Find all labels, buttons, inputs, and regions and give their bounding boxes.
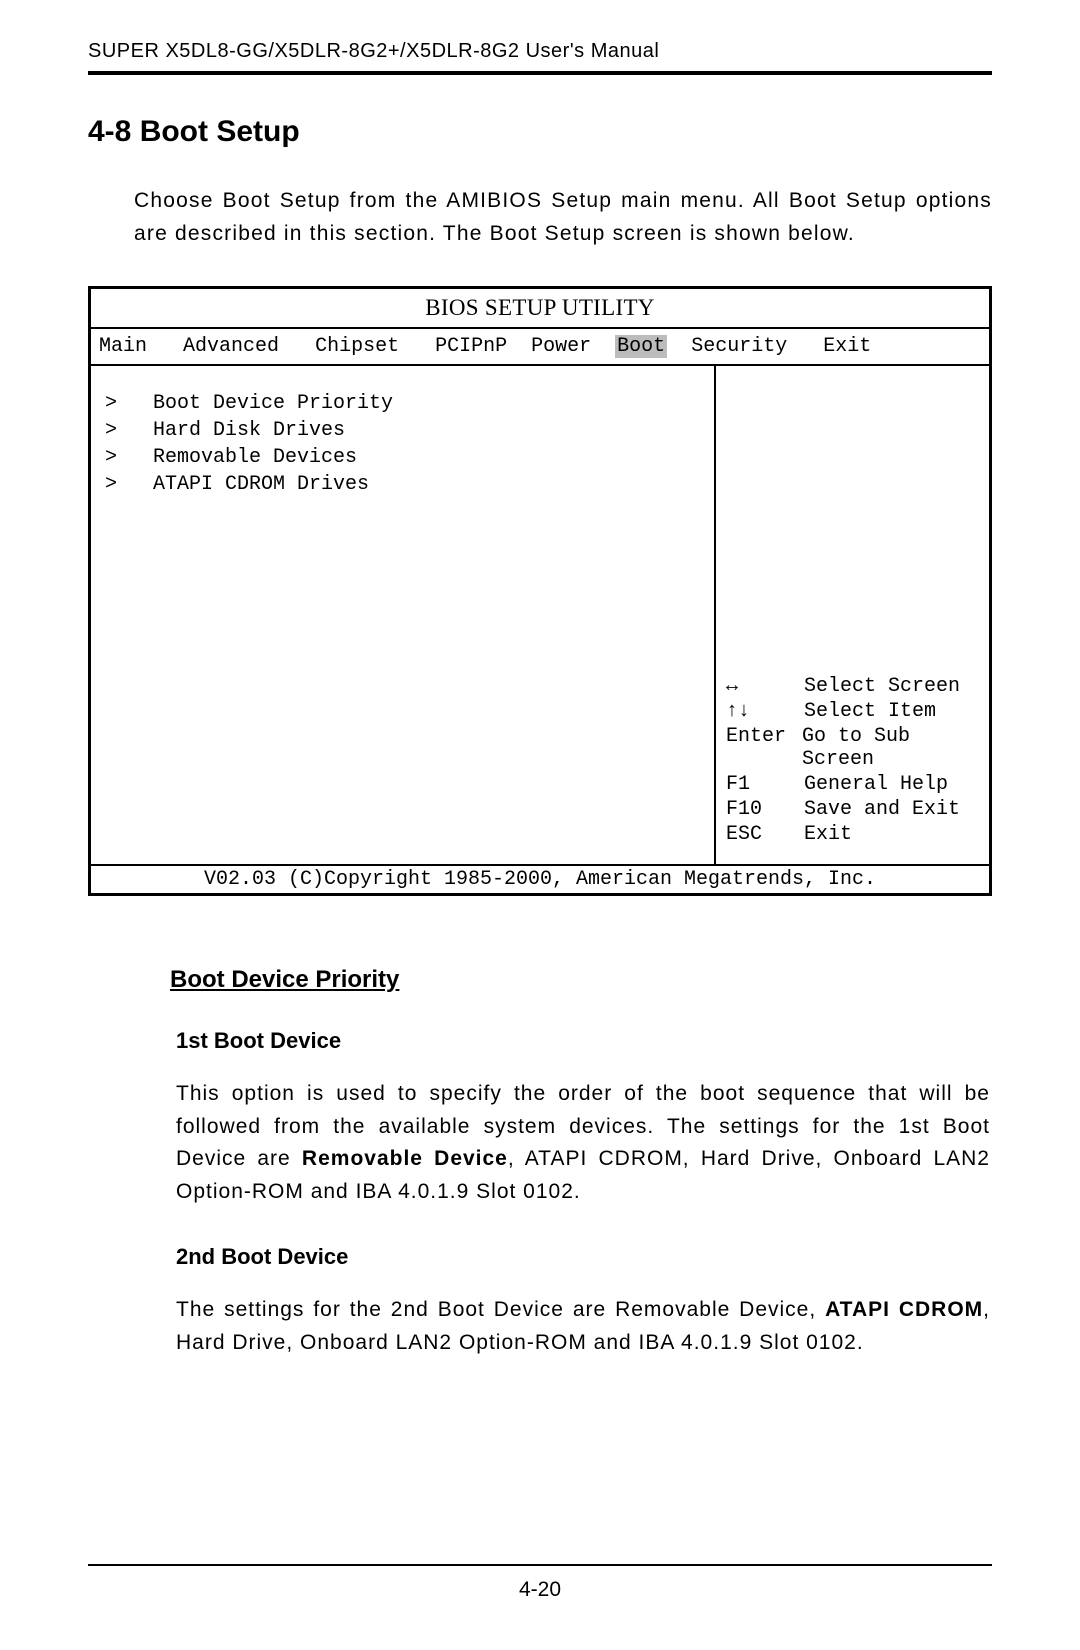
item-paragraph-1st-boot: This option is used to specify the order…: [176, 1078, 990, 1208]
help-row: F1 General Help: [726, 773, 989, 796]
submenu-label: ATAPI CDROM Drives: [153, 473, 369, 496]
bios-submenu-item[interactable]: > Removable Devices: [105, 446, 700, 469]
help-key: ↑↓: [726, 700, 804, 723]
help-row: ↑↓ Select Item: [726, 700, 989, 723]
help-desc: General Help: [804, 773, 948, 796]
bios-footer: V02.03 (C)Copyright 1985-2000, American …: [91, 864, 989, 893]
intro-paragraph: Choose Boot Setup from the AMIBIOS Setup…: [134, 185, 992, 250]
help-key: ESC: [726, 823, 804, 846]
bios-menu-exit[interactable]: Exit: [823, 335, 871, 358]
bios-help-keys: ↔ Select Screen ↑↓ Select Item Enter Go …: [726, 675, 989, 848]
submenu-marker-icon: >: [105, 446, 153, 469]
bios-help-pane: ↔ Select Screen ↑↓ Select Item Enter Go …: [714, 366, 989, 864]
text: The settings for the 2nd Boot Device are…: [176, 1298, 825, 1321]
bios-menu-chipset[interactable]: Chipset: [315, 335, 399, 358]
help-desc: Go to Sub Screen: [802, 725, 989, 771]
item-heading-1st-boot: 1st Boot Device: [176, 1028, 992, 1054]
help-row: ESC Exit: [726, 823, 989, 846]
page-header: SUPER X5DL8-GG/X5DLR-8G2+/X5DLR-8G2 User…: [88, 40, 992, 75]
submenu-label: Hard Disk Drives: [153, 419, 345, 442]
bios-body: > Boot Device Priority > Hard Disk Drive…: [91, 366, 989, 864]
help-row: ↔ Select Screen: [726, 675, 989, 698]
help-desc: Select Screen: [804, 675, 960, 698]
submenu-label: Boot Device Priority: [153, 392, 393, 415]
help-desc: Select Item: [804, 700, 936, 723]
bios-screenshot: BIOS SETUP UTILITY Main Advanced Chipset…: [88, 286, 992, 896]
bios-menu-security[interactable]: Security: [691, 335, 787, 358]
bios-menu-power[interactable]: Power: [531, 335, 591, 358]
submenu-marker-icon: >: [105, 419, 153, 442]
bios-submenu-item[interactable]: > Hard Disk Drives: [105, 419, 700, 442]
help-desc: Save and Exit: [804, 798, 960, 821]
help-key: ↔: [726, 675, 804, 698]
page-footer-rule: [88, 1564, 992, 1566]
bios-menu-boot[interactable]: Boot: [615, 335, 667, 358]
bold-text: ATAPI CDROM: [825, 1298, 983, 1321]
bios-menu-bar: Main Advanced Chipset PCIPnP Power Boot …: [91, 329, 989, 366]
help-row: Enter Go to Sub Screen: [726, 725, 989, 771]
help-row: F10 Save and Exit: [726, 798, 989, 821]
submenu-label: Removable Devices: [153, 446, 357, 469]
subsection-heading: Boot Device Priority: [170, 966, 992, 994]
help-desc: Exit: [804, 823, 852, 846]
bios-submenu-item[interactable]: > Boot Device Priority: [105, 392, 700, 415]
bios-menu-pcipnp[interactable]: PCIPnP: [435, 335, 507, 358]
help-key: F1: [726, 773, 804, 796]
submenu-marker-icon: >: [105, 392, 153, 415]
bios-title: BIOS SETUP UTILITY: [91, 289, 989, 329]
item-paragraph-2nd-boot: The settings for the 2nd Boot Device are…: [176, 1294, 990, 1359]
submenu-marker-icon: >: [105, 473, 153, 496]
bios-menu-advanced[interactable]: Advanced: [183, 335, 279, 358]
bios-submenu-item[interactable]: > ATAPI CDROM Drives: [105, 473, 700, 496]
section-heading: 4-8 Boot Setup: [88, 115, 992, 149]
item-heading-2nd-boot: 2nd Boot Device: [176, 1244, 992, 1270]
help-key: F10: [726, 798, 804, 821]
bios-submenu-pane: > Boot Device Priority > Hard Disk Drive…: [91, 366, 714, 864]
page-number: 4-20: [0, 1578, 1080, 1602]
bold-text: Removable Device: [302, 1147, 508, 1170]
help-key: Enter: [726, 725, 802, 771]
bios-menu-main[interactable]: Main: [99, 335, 147, 358]
